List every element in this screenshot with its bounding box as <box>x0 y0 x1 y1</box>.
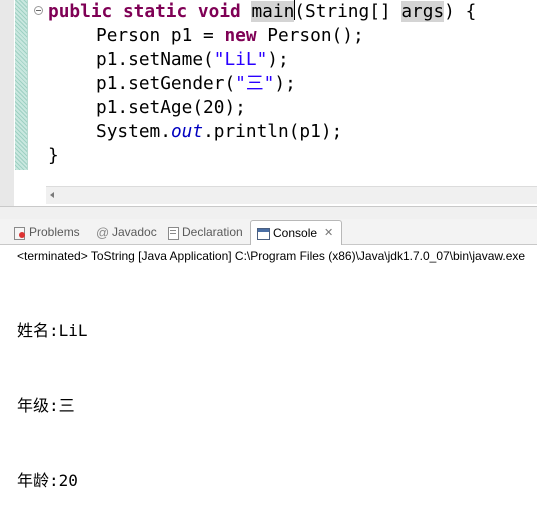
code-line: p1.setAge(20); <box>48 96 476 120</box>
tab-console-label: Console <box>273 225 318 240</box>
tab-problems-label: Problems <box>29 225 80 239</box>
tab-console[interactable]: Console ✕ <box>250 220 343 245</box>
code-line: } <box>48 144 476 168</box>
code-editor[interactable]: public static void main(String[] args) {… <box>0 0 537 206</box>
declaration-icon <box>166 226 179 240</box>
horizontal-scrollbar[interactable] <box>46 186 537 204</box>
console-output[interactable]: 姓名:LiL 年级:三 年龄:20 <box>17 268 88 518</box>
code-token: p1.setAge(20); <box>96 97 246 118</box>
code-token: } <box>48 145 59 166</box>
tab-declaration[interactable]: Declaration <box>166 222 243 243</box>
console-status-line: <terminated> ToString [Java Application]… <box>0 245 537 267</box>
code-occurrence-highlight: main <box>251 1 295 22</box>
tab-javadoc-label: Javadoc <box>112 225 157 239</box>
console-icon <box>257 227 270 240</box>
code-token: ); <box>274 73 296 94</box>
editor-left-gutter <box>0 0 14 206</box>
line-ruler <box>28 0 43 206</box>
tab-problems[interactable]: Problems <box>13 222 80 243</box>
code-string: "三" <box>235 73 275 94</box>
code-token: ); <box>267 49 289 70</box>
code-token: Person p1 = <box>96 25 225 46</box>
code-token: System. <box>96 121 171 142</box>
code-keyword: public <box>48 1 113 22</box>
code-token: p1.setGender( <box>96 73 236 94</box>
javadoc-icon: @ <box>96 225 110 240</box>
code-keyword: void <box>197 1 241 22</box>
quick-diff-change-bar <box>15 0 28 170</box>
code-token: ) { <box>444 1 477 22</box>
code-field: out <box>170 121 204 142</box>
code-token: Person(); <box>256 25 364 46</box>
console-output-line: 年级:三 <box>17 396 75 415</box>
views-tab-bar: Problems @ Javadoc Declaration Console ✕ <box>0 219 537 245</box>
code-line: public static void main(String[] args) { <box>48 0 476 24</box>
console-output-line: 姓名:LiL <box>17 321 88 340</box>
problems-icon <box>13 226 26 240</box>
code-line: p1.setGender("三"); <box>48 72 476 96</box>
code-token: (String[] <box>294 1 402 22</box>
code-token: .println(p1); <box>203 121 343 142</box>
collapse-fold-icon[interactable] <box>34 6 43 15</box>
code-line: System.out.println(p1); <box>48 120 476 144</box>
close-console-icon[interactable]: ✕ <box>324 223 333 244</box>
code-string: "LiL" <box>213 49 268 70</box>
tab-javadoc[interactable]: @ Javadoc <box>96 222 157 243</box>
tab-declaration-label: Declaration <box>182 225 243 239</box>
code-keyword: new <box>224 25 257 46</box>
code-token: p1.setName( <box>96 49 214 70</box>
code-occurrence-highlight: args <box>401 1 445 22</box>
code-text[interactable]: public static void main(String[] args) {… <box>48 0 476 168</box>
scroll-left-arrow-icon[interactable] <box>50 192 54 198</box>
console-output-line: 年龄:20 <box>17 471 78 490</box>
code-keyword: static <box>122 1 188 22</box>
code-line: p1.setName("LiL"); <box>48 48 476 72</box>
editor-view-splitter[interactable] <box>0 206 537 219</box>
code-line: Person p1 = new Person(); <box>48 24 476 48</box>
